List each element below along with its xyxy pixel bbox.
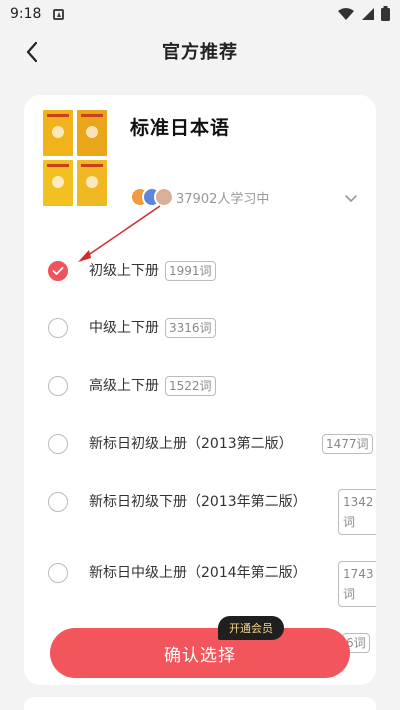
avatar xyxy=(154,187,174,207)
status-bar: 9:18 xyxy=(0,0,400,28)
expand-button[interactable] xyxy=(342,189,360,207)
status-icons xyxy=(337,6,390,21)
word-count-badge: 1342词 xyxy=(338,489,376,535)
page-title: 官方推荐 xyxy=(162,42,238,63)
radio-unchecked[interactable] xyxy=(48,563,68,583)
book-cover-image xyxy=(43,110,107,206)
option-label: 高级上下册 xyxy=(89,378,159,394)
nav-bar: 官方推荐 xyxy=(0,28,400,74)
word-count-badge: 1522词 xyxy=(165,376,216,396)
radio-unchecked[interactable] xyxy=(48,318,68,338)
word-count-badge: 1477词 xyxy=(322,434,373,454)
book-card: 标准日本语 37902人学习中 初级上下册 1991词 中级上下册 3316词 … xyxy=(24,95,376,685)
option-label: 初级上下册 xyxy=(89,263,159,279)
option-item[interactable]: 新标日初级下册（2013年第二版） xyxy=(48,492,307,512)
status-time: 9:18 xyxy=(10,6,42,22)
learner-count: 37902人学习中 xyxy=(176,192,270,207)
option-item[interactable]: 新标日中级上册（2014年第二版） xyxy=(48,563,307,583)
book-title: 标准日本语 xyxy=(130,117,231,139)
battery-icon xyxy=(381,6,390,21)
radio-unchecked[interactable] xyxy=(48,434,68,454)
radio-checked[interactable] xyxy=(48,261,68,281)
option-label: 新标日初级上册（2013第二版） xyxy=(89,436,293,452)
chevron-down-icon xyxy=(345,195,357,202)
learner-avatars xyxy=(130,187,176,207)
book-cover-3 xyxy=(43,160,73,206)
word-count-badge: 1991词 xyxy=(165,261,216,281)
next-card-edge xyxy=(24,697,376,710)
word-count-badge: 1743词 xyxy=(338,561,376,607)
notification-icon xyxy=(53,8,65,20)
option-item[interactable]: 高级上下册 1522词 xyxy=(48,376,216,396)
option-item[interactable]: 初级上下册 1991词 xyxy=(48,261,216,281)
confirm-button[interactable]: 确认选择 xyxy=(50,628,350,678)
option-label: 新标日中级上册（2014年第二版） xyxy=(89,565,307,581)
book-cover-2 xyxy=(77,110,107,156)
option-label: 新标日初级下册（2013年第二版） xyxy=(89,494,307,510)
option-item[interactable]: 新标日初级上册（2013第二版） xyxy=(48,434,293,454)
vip-badge[interactable]: 开通会员 xyxy=(218,616,284,640)
option-item[interactable]: 中级上下册 3316词 xyxy=(48,318,216,338)
radio-unchecked[interactable] xyxy=(48,376,68,396)
check-icon xyxy=(52,267,64,275)
book-cover-1 xyxy=(43,110,73,156)
word-count-badge: 3316词 xyxy=(165,318,216,338)
wifi-icon xyxy=(338,7,354,20)
option-label: 中级上下册 xyxy=(89,320,159,336)
book-cover-4 xyxy=(77,160,107,206)
radio-unchecked[interactable] xyxy=(48,492,68,512)
signal-icon xyxy=(362,7,374,20)
